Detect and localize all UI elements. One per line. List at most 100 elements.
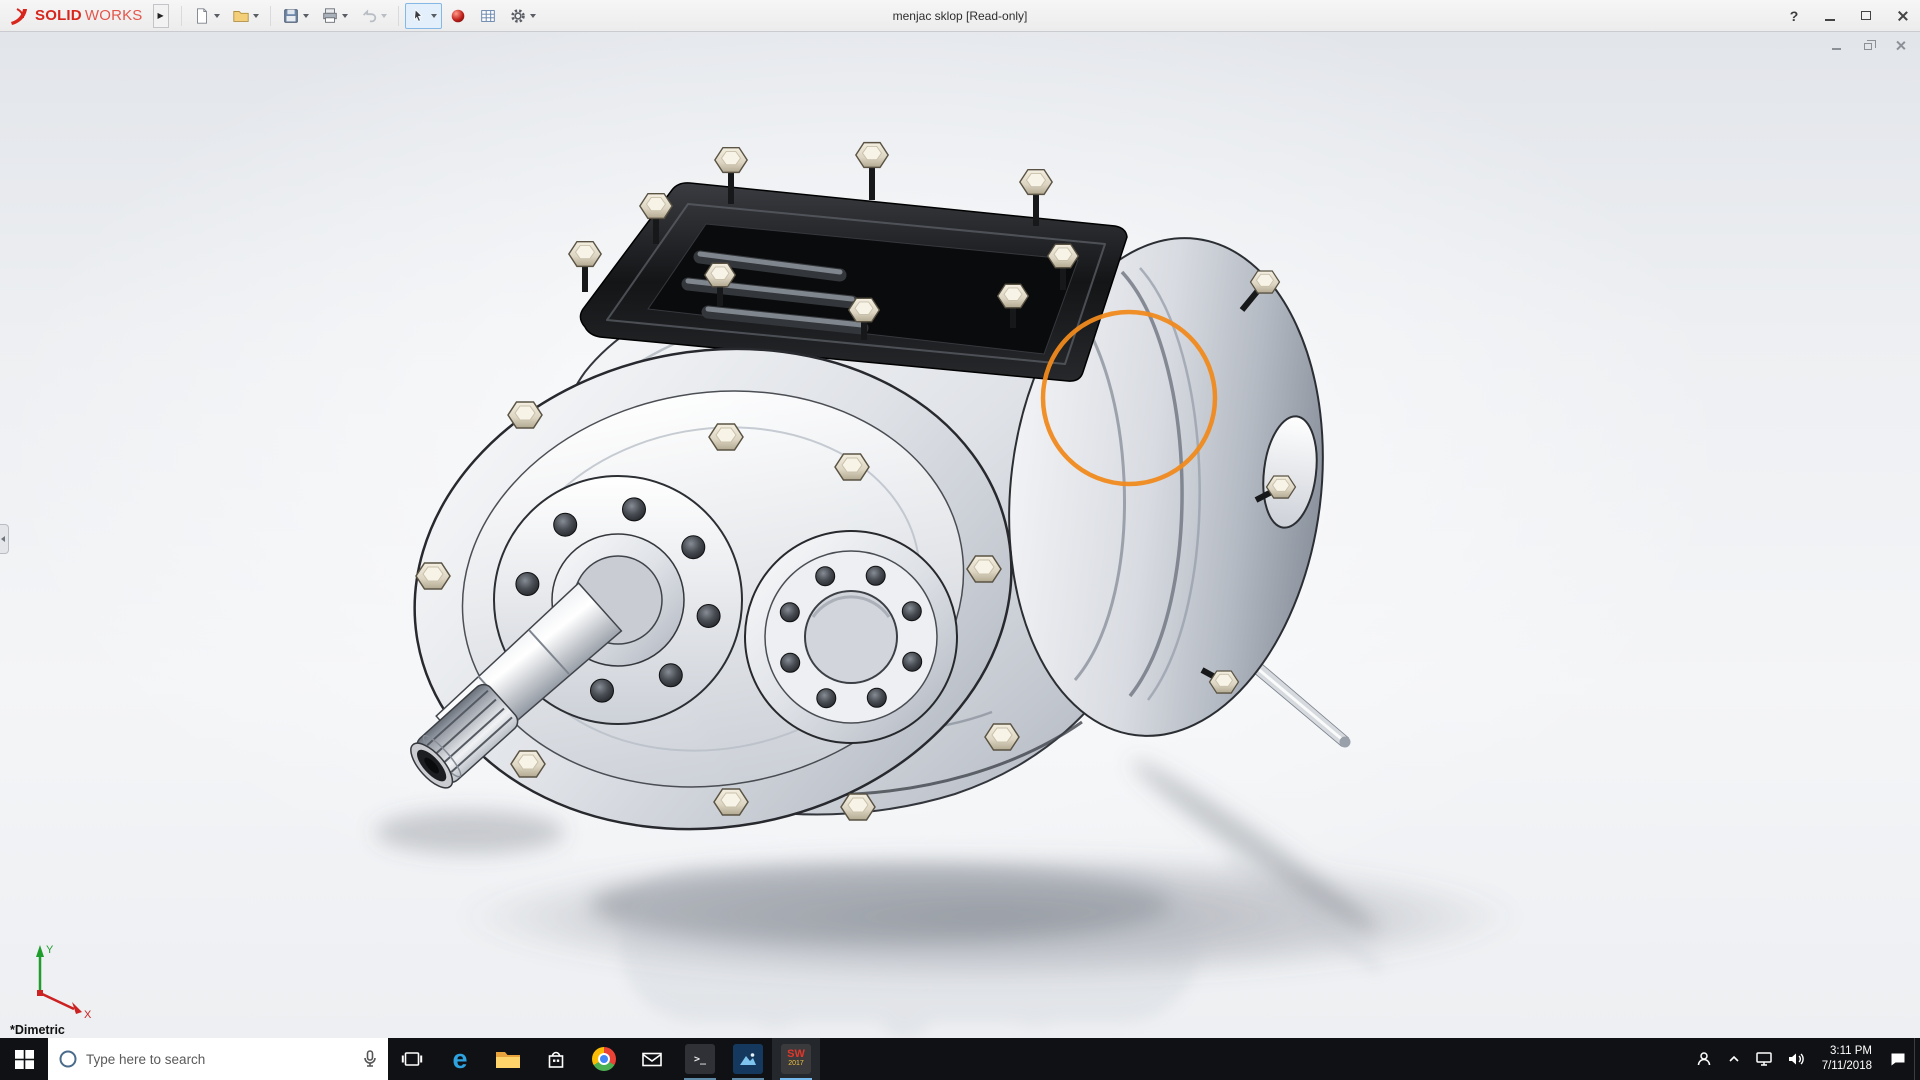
- app-titlebar: SOLIDWORKS ▶: [0, 0, 1920, 32]
- taskbar-app-store[interactable]: [532, 1038, 580, 1080]
- windows-logo-icon: [15, 1050, 34, 1069]
- volume-icon: [1787, 1051, 1805, 1067]
- options-button[interactable]: [504, 3, 541, 29]
- solidworks-logo: SOLIDWORKS: [0, 0, 153, 31]
- dropdown-caret[interactable]: [342, 14, 348, 18]
- gearbox-3d-model-canvas[interactable]: [0, 32, 1920, 1038]
- network-icon: [1755, 1051, 1773, 1067]
- ds-logo-icon: [8, 6, 32, 26]
- taskbar-app-mail[interactable]: [628, 1038, 676, 1080]
- new-document-button[interactable]: [188, 3, 225, 29]
- taskbar-app-photos[interactable]: [724, 1038, 772, 1080]
- maximize-button[interactable]: [1848, 0, 1884, 31]
- people-icon: [1695, 1050, 1713, 1068]
- toolbar-separator: [181, 6, 182, 26]
- system-tray: 3:11 PM 7/11/2018: [1688, 1038, 1920, 1080]
- toolbar-separator: [270, 6, 271, 26]
- search-input[interactable]: [86, 1052, 354, 1067]
- graphics-area[interactable]: Y X *Dimetric: [0, 32, 1920, 1038]
- new-document-icon: [193, 7, 211, 25]
- undo-icon: [360, 7, 378, 25]
- view-orientation-label: *Dimetric: [10, 1023, 65, 1037]
- document-title: menjac sklop [Read-only]: [893, 0, 1028, 32]
- triad-y-label: Y: [46, 944, 54, 956]
- taskbar-app-solidworks[interactable]: SW 2017: [772, 1038, 820, 1080]
- people-button[interactable]: [1688, 1038, 1720, 1080]
- design-table-icon: [479, 7, 497, 25]
- taskbar-app-chrome[interactable]: [580, 1038, 628, 1080]
- brand-text-solid: SOLID: [35, 7, 82, 24]
- appearance-sphere-icon: [449, 7, 467, 25]
- minimize-icon: [1825, 19, 1835, 21]
- hidden-icons-button[interactable]: [1720, 1038, 1748, 1080]
- toolbar-separator: [398, 6, 399, 26]
- taskbar-clock[interactable]: 3:11 PM 7/11/2018: [1812, 1038, 1882, 1080]
- brand-text-works: WORKS: [85, 7, 143, 24]
- doc-close-button[interactable]: [1892, 38, 1908, 52]
- start-button[interactable]: [0, 1038, 48, 1080]
- taskbar-app-file-explorer[interactable]: [484, 1038, 532, 1080]
- terminal-icon: >_: [685, 1044, 715, 1074]
- chevron-up-icon: [1727, 1052, 1741, 1066]
- gear-icon: [509, 7, 527, 25]
- action-center-icon: [1889, 1050, 1907, 1068]
- dropdown-caret[interactable]: [530, 14, 536, 18]
- doc-minimize-icon: [1832, 48, 1841, 50]
- show-desktop-button[interactable]: [1914, 1038, 1920, 1080]
- doc-restore-icon: [1864, 43, 1872, 50]
- action-center-button[interactable]: [1882, 1038, 1914, 1080]
- print-icon: [321, 7, 339, 25]
- windows-taskbar: e >_: [0, 1038, 1920, 1080]
- mail-icon: [640, 1048, 664, 1070]
- dropdown-caret[interactable]: [303, 14, 309, 18]
- dropdown-caret[interactable]: [253, 14, 259, 18]
- select-cursor-icon: [410, 7, 428, 25]
- solidworks-icon: SW 2017: [781, 1044, 811, 1074]
- quick-access-toolbar: [177, 0, 541, 31]
- taskbar-app-terminal[interactable]: >_: [676, 1038, 724, 1080]
- task-view-icon: [401, 1048, 423, 1070]
- save-button[interactable]: [277, 3, 314, 29]
- design-table-button[interactable]: [474, 3, 502, 29]
- edge-icon: e: [452, 1046, 467, 1073]
- photos-icon: [733, 1044, 763, 1074]
- minimize-button[interactable]: [1812, 0, 1848, 31]
- dropdown-caret[interactable]: [381, 14, 387, 18]
- doc-restore-button[interactable]: [1860, 38, 1876, 52]
- maximize-icon: [1861, 11, 1871, 20]
- undo-button[interactable]: [355, 3, 392, 29]
- file-explorer-icon: [495, 1048, 521, 1070]
- appearance-button[interactable]: [444, 3, 472, 29]
- doc-minimize-button[interactable]: [1828, 38, 1844, 52]
- clock-time: 3:11 PM: [1830, 1044, 1872, 1059]
- select-tool-button[interactable]: [405, 3, 442, 29]
- taskbar-search[interactable]: [48, 1038, 388, 1080]
- chrome-icon: [592, 1047, 616, 1071]
- secondary-flange: [745, 531, 957, 743]
- microphone-icon[interactable]: [362, 1049, 378, 1069]
- gearbox-model[interactable]: [376, 143, 1350, 876]
- cortana-icon: [58, 1049, 78, 1069]
- triad-x-label: X: [84, 1009, 92, 1020]
- open-button[interactable]: [227, 3, 264, 29]
- dropdown-caret[interactable]: [431, 14, 437, 18]
- dropdown-caret[interactable]: [214, 14, 220, 18]
- save-icon: [282, 7, 300, 25]
- orientation-triad: Y X: [10, 935, 105, 1020]
- taskbar-app-edge[interactable]: e: [436, 1038, 484, 1080]
- doc-close-icon: [1895, 40, 1905, 50]
- open-folder-icon: [232, 7, 250, 25]
- store-icon: [545, 1048, 567, 1070]
- clock-date: 7/11/2018: [1822, 1059, 1872, 1074]
- network-button[interactable]: [1748, 1038, 1780, 1080]
- print-button[interactable]: [316, 3, 353, 29]
- window-controls: ?: [1776, 0, 1920, 31]
- close-button[interactable]: [1884, 0, 1920, 31]
- close-icon: [1897, 10, 1908, 21]
- menu-flyout-button[interactable]: ▶: [153, 4, 169, 28]
- volume-button[interactable]: [1780, 1038, 1812, 1080]
- task-view-button[interactable]: [388, 1038, 436, 1080]
- collapsed-panel-tab[interactable]: [0, 524, 9, 554]
- help-button[interactable]: ?: [1776, 0, 1812, 31]
- document-window-controls: [1828, 38, 1908, 52]
